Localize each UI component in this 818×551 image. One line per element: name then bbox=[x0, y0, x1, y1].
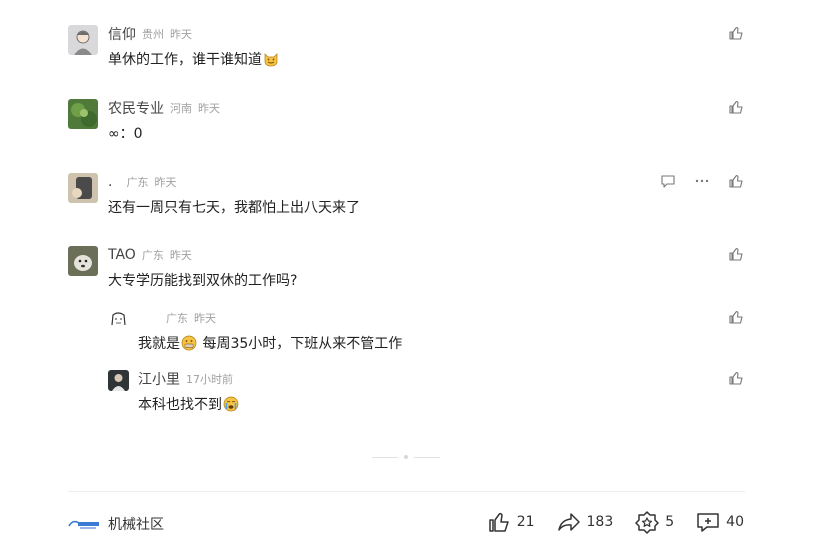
divider bbox=[68, 491, 745, 492]
location-label: 广东 bbox=[166, 312, 188, 325]
username[interactable]: TAO bbox=[108, 247, 136, 263]
avatar[interactable] bbox=[68, 246, 98, 276]
thumbs-up-icon[interactable] bbox=[728, 99, 744, 115]
source-info[interactable]: 机械社区 bbox=[68, 514, 164, 534]
comment-text-content: ∞：0 bbox=[108, 126, 143, 142]
favorite-count: 5 bbox=[665, 514, 675, 530]
crying-emoji-icon bbox=[223, 396, 239, 412]
article-footer: 机械社区 21 183 5 40 bbox=[68, 510, 744, 538]
thumbs-up-icon[interactable] bbox=[728, 25, 744, 41]
avatar[interactable] bbox=[68, 25, 98, 55]
avatar[interactable] bbox=[68, 173, 98, 203]
username[interactable]: 农民专业 bbox=[108, 98, 164, 118]
source-logo-icon bbox=[68, 520, 99, 529]
share-button[interactable]: 183 bbox=[557, 510, 614, 534]
thumbs-up-icon[interactable] bbox=[728, 173, 744, 189]
comment-text: 我就是 每周35小时，下班从来不管工作 bbox=[138, 333, 402, 353]
source-name[interactable]: 机械社区 bbox=[108, 514, 164, 534]
more-options-icon[interactable] bbox=[694, 173, 710, 189]
comment-count: 40 bbox=[726, 514, 744, 530]
timestamp: 昨天 bbox=[169, 249, 192, 262]
timestamp: 昨天 bbox=[154, 176, 177, 189]
comment-text-content: 大专学历能找到双休的工作吗? bbox=[108, 273, 298, 289]
favorite-badge-icon bbox=[635, 511, 659, 534]
loader-line bbox=[414, 456, 440, 458]
location-label: 广东 bbox=[141, 249, 164, 262]
comment-button[interactable]: 40 bbox=[696, 510, 744, 534]
favorite-button[interactable]: 5 bbox=[635, 510, 674, 534]
avatar[interactable] bbox=[108, 370, 129, 391]
comment-text-content: 每周35小时，下班从来不管工作 bbox=[202, 336, 403, 352]
timestamp: 昨天 bbox=[198, 102, 220, 115]
loader-line bbox=[372, 456, 398, 458]
loading-indicator bbox=[372, 455, 440, 459]
timestamp: 昨天 bbox=[194, 312, 216, 325]
cat-grin-emoji-icon bbox=[263, 51, 279, 67]
username[interactable]: 江小里 bbox=[138, 369, 180, 389]
reply-comment-icon[interactable] bbox=[660, 173, 676, 189]
comment-text-content: 还有一周只有七天，我都怕上出八天来了 bbox=[108, 200, 360, 216]
comment-text: 还有一周只有七天，我都怕上出八天来了 bbox=[108, 197, 360, 217]
grimace-emoji-icon bbox=[181, 335, 197, 351]
location-label: 贵州 bbox=[142, 28, 164, 41]
comment-text-content: 本科也找不到 bbox=[138, 397, 222, 413]
location-label: 河南 bbox=[170, 102, 192, 115]
username[interactable]: 信仰 bbox=[108, 24, 136, 44]
comment-text-content: 我就是 bbox=[138, 336, 180, 352]
comment-text-content: 单休的工作，谁干谁知道 bbox=[108, 52, 262, 68]
comment-bubble-icon bbox=[697, 513, 719, 532]
comment-text: ∞：0 bbox=[108, 123, 143, 143]
thumbs-up-icon[interactable] bbox=[728, 309, 744, 325]
loader-dot bbox=[404, 455, 408, 459]
thumbs-up-icon[interactable] bbox=[728, 246, 744, 262]
comment-text: 单休的工作，谁干谁知道 bbox=[108, 49, 280, 69]
avatar[interactable] bbox=[68, 99, 98, 129]
engagement-stats: 21 183 5 40 bbox=[465, 510, 744, 534]
username[interactable]: . bbox=[108, 174, 112, 190]
like-count: 21 bbox=[516, 514, 535, 530]
avatar[interactable] bbox=[108, 309, 129, 330]
comment-text: 大专学历能找到双休的工作吗? bbox=[108, 270, 297, 290]
share-count: 183 bbox=[586, 514, 614, 530]
share-arrow-icon bbox=[557, 513, 580, 531]
thumbs-up-icon[interactable] bbox=[728, 370, 744, 386]
timestamp: 17小时前 bbox=[186, 373, 233, 386]
comment-text: 本科也找不到 bbox=[138, 394, 240, 414]
timestamp: 昨天 bbox=[170, 28, 192, 41]
thumbs-up-icon bbox=[488, 512, 509, 532]
like-button[interactable]: 21 bbox=[487, 510, 535, 534]
location-label: 广东 bbox=[126, 176, 149, 189]
